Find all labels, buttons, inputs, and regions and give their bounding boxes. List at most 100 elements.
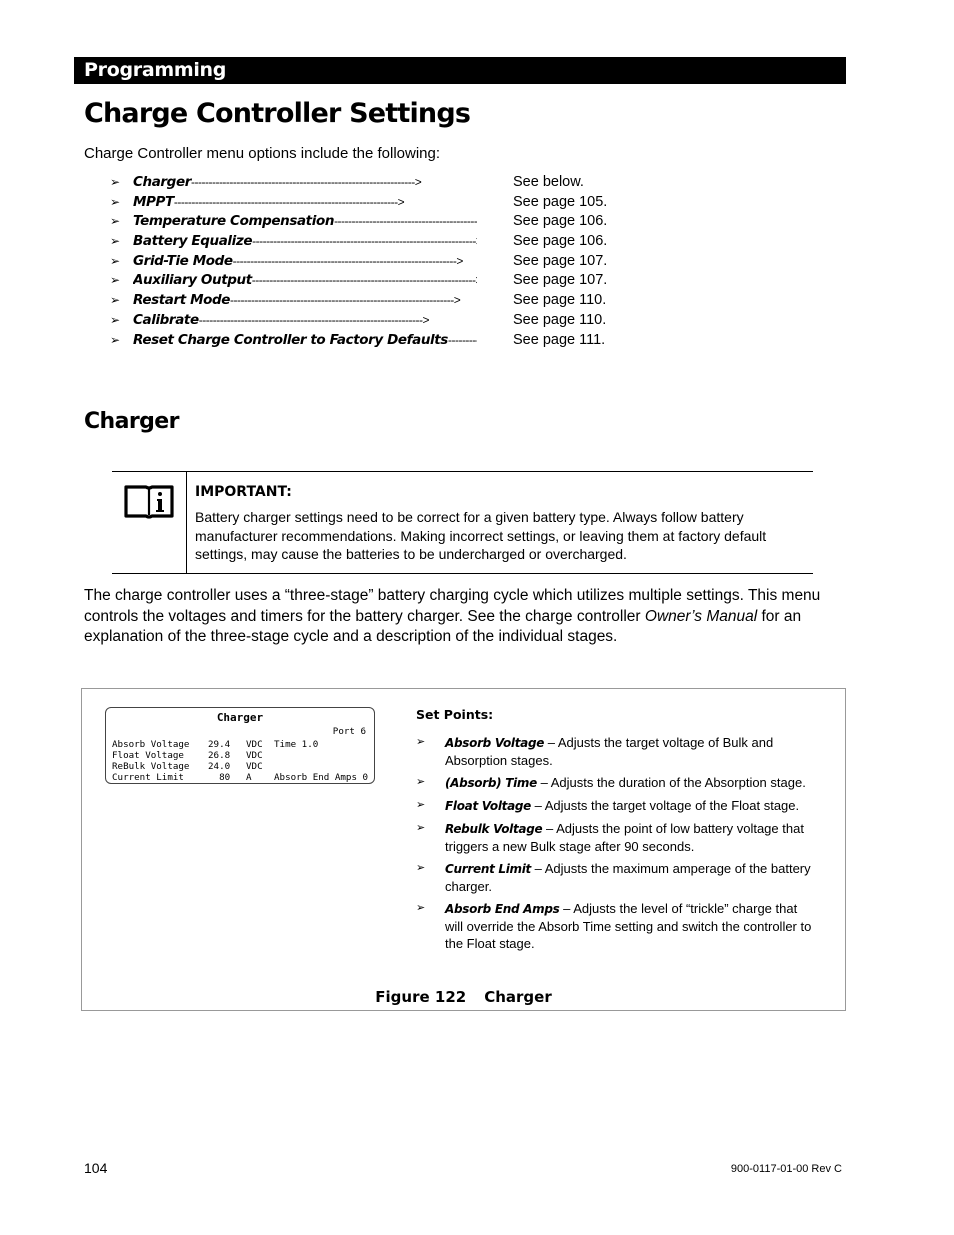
menu-option: ➢ Grid-Tie Mode -------------------------… xyxy=(110,252,630,272)
arrow-bullet-icon: ➢ xyxy=(110,234,121,249)
menu-option-label: Charger xyxy=(133,174,191,190)
menu-option: ➢ Battery Equalize ----------------------… xyxy=(110,232,630,252)
setting-name: Absorb Voltage xyxy=(112,739,190,750)
page-reference: See page 110. xyxy=(513,292,607,309)
setpoint-item: ➢ Absorb Voltage – Adjusts the target vo… xyxy=(416,734,816,769)
setpoint-item: ➢ (Absorb) Time – Adjusts the duration o… xyxy=(416,774,816,792)
arrow-bullet-icon: ➢ xyxy=(416,776,426,788)
setpoint-item: ➢ Rebulk Voltage – Adjusts the point of … xyxy=(416,820,816,855)
page-reference: See page 110. xyxy=(513,311,607,328)
leader-arrow: ----------------------------------------… xyxy=(251,273,477,288)
leader-arrow: ----------------------------------------… xyxy=(190,175,422,189)
page-reference: See page 107. xyxy=(513,252,608,269)
setting-extra: Absorb End Amps 0 xyxy=(274,772,369,783)
important-note: IMPORTANT: Battery charger settings need… xyxy=(112,471,813,574)
page-number: 104 xyxy=(84,1160,108,1176)
page-title: Charge Controller Settings xyxy=(84,98,471,129)
arrow-bullet-icon: ➢ xyxy=(416,822,426,834)
arrow-bullet-icon: ➢ xyxy=(110,332,121,347)
section-title: Programming xyxy=(84,59,227,81)
charger-description: The charge controller uses a “three-stag… xyxy=(84,586,844,648)
setpoints-list: Set Points: ➢ Absorb Voltage – Adjusts t… xyxy=(416,707,816,957)
menu-option: ➢ Charger -------------------------------… xyxy=(110,173,630,193)
menu-option-label: Reset Charge Controller to Factory Defau… xyxy=(133,331,448,348)
page-reference: See page 106. xyxy=(513,233,608,250)
leader-arrow: ----------------------------------------… xyxy=(198,312,430,327)
manual-reference: Owner’s Manual xyxy=(644,607,758,625)
menu-option-label: Grid-Tie Mode xyxy=(133,252,233,269)
setpoint-desc: – Adjusts the duration of the Absorption… xyxy=(536,775,806,790)
arrow-bullet-icon: ➢ xyxy=(110,253,121,268)
leader-arrow: ----------------------------------------… xyxy=(334,214,477,229)
leader-arrow: ----------------------------------------… xyxy=(173,194,405,209)
setting-extra: Time 1.0 xyxy=(274,739,319,750)
setting-unit: A xyxy=(246,772,252,783)
arrow-bullet-icon: ➢ xyxy=(416,799,426,811)
arrow-bullet-icon: ➢ xyxy=(110,214,121,229)
setpoint-item: ➢ Float Voltage – Adjusts the target vol… xyxy=(416,797,816,815)
arrow-bullet-icon: ➢ xyxy=(416,902,426,914)
leader-arrow: ----------------------------------------… xyxy=(232,253,464,268)
setting-value: 80 xyxy=(208,772,231,783)
intro-text: Charge Controller menu options include t… xyxy=(84,145,441,162)
setting-name: Current Limit xyxy=(112,772,184,783)
leader-arrow: ----------------------------------------… xyxy=(252,234,477,249)
setting-name: ReBulk Voltage xyxy=(112,761,190,772)
figure-title: Charger xyxy=(484,988,552,1006)
arrow-bullet-icon: ➢ xyxy=(416,862,426,874)
manual-info-icon xyxy=(124,485,174,519)
page-reference: See page 107. xyxy=(513,272,608,289)
charger-heading: Charger xyxy=(84,409,179,434)
note-title: IMPORTANT: xyxy=(195,484,292,500)
setting-value: 29.4 xyxy=(208,739,231,750)
setpoint-term: Absorb Voltage xyxy=(445,736,545,750)
setpoint-term: Current Limit xyxy=(445,862,531,876)
setting-unit: VDC xyxy=(246,750,263,761)
setting-unit: VDC xyxy=(246,761,263,772)
setpoint-item: ➢ Current Limit – Adjusts the maximum am… xyxy=(416,860,816,895)
setpoint-term: Float Voltage xyxy=(445,799,532,813)
menu-option-label: Temperature Compensation xyxy=(133,213,335,230)
page-reference: See below. xyxy=(513,174,584,190)
figure-caption: Figure 122 Charger xyxy=(82,988,845,1006)
page-reference: See page 106. xyxy=(513,213,608,230)
setpoint-term: Rebulk Voltage xyxy=(445,822,543,836)
menu-option-label: Auxiliary Output xyxy=(133,272,252,289)
leader-arrow: ----------------------------------------… xyxy=(447,332,477,347)
arrow-bullet-icon: ➢ xyxy=(110,312,121,327)
menu-option: ➢ Temperature Compensation --------------… xyxy=(110,212,630,232)
note-body: Battery charger settings need to be corr… xyxy=(195,509,767,562)
arrow-bullet-icon: ➢ xyxy=(110,175,121,189)
section-header-bar: Programming xyxy=(74,57,846,84)
setpoint-term: Absorb End Amps xyxy=(445,902,560,916)
menu-option: ➢ Restart Mode --------------------------… xyxy=(110,291,630,311)
menu-option-label: Restart Mode xyxy=(133,292,231,309)
menu-option-label: Battery Equalize xyxy=(133,233,253,250)
document-id: 900-0117-01-00 Rev C xyxy=(730,1163,842,1175)
setpoint-item: ➢ Absorb End Amps – Adjusts the level of… xyxy=(416,900,816,952)
arrow-bullet-icon: ➢ xyxy=(110,273,121,288)
setpoints-title: Set Points: xyxy=(416,707,494,722)
setting-unit: VDC xyxy=(246,739,263,750)
setting-value: 24.0 xyxy=(208,761,231,772)
setting-value: 26.8 xyxy=(208,750,231,761)
arrow-bullet-icon: ➢ xyxy=(110,194,121,209)
arrow-bullet-icon: ➢ xyxy=(416,736,426,748)
menu-options-list: ➢ Charger -------------------------------… xyxy=(110,173,630,350)
menu-option: ➢ Calibrate -----------------------------… xyxy=(110,311,630,331)
setpoint-desc: – Adjusts the target voltage of the Floa… xyxy=(531,798,800,813)
figure-charger: Charger Port 6 Absorb Voltage 29.4 VDC T… xyxy=(81,688,846,1011)
menu-option: ➢ Reset Charge Controller to Factory Def… xyxy=(110,331,630,351)
menu-option-label: Calibrate xyxy=(133,311,199,328)
screen-title: Charger xyxy=(216,711,264,724)
charger-screen: Charger Port 6 Absorb Voltage 29.4 VDC T… xyxy=(105,707,375,784)
arrow-bullet-icon: ➢ xyxy=(110,293,121,308)
setpoint-term: (Absorb) Time xyxy=(445,776,537,790)
setting-name: Float Voltage xyxy=(112,750,184,761)
menu-option-label: MPPT xyxy=(133,193,174,210)
leader-arrow: ----------------------------------------… xyxy=(230,293,461,308)
menu-option: ➢ MPPT ----------------------------------… xyxy=(110,193,630,213)
note-icon-cell xyxy=(112,472,187,573)
screen-port: Port 6 xyxy=(332,726,366,737)
page-reference: See page 105. xyxy=(513,193,608,210)
